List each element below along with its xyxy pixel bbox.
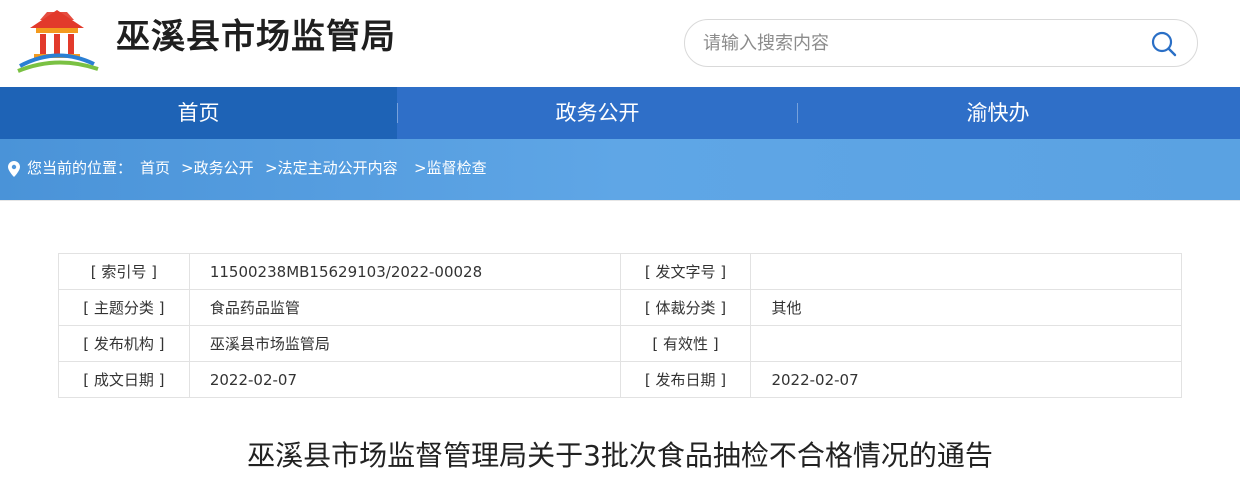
breadcrumb-item-public-content[interactable]: >法定主动公开内容 xyxy=(265,157,398,179)
meta-value-validity xyxy=(750,325,1182,362)
article-title: 巫溪县市场监督管理局关于3批次食品抽检不合格情况的通告 xyxy=(247,439,993,472)
breadcrumb-item-gov-affairs[interactable]: >政务公开 xyxy=(181,157,254,179)
breadcrumb: 您当前的位置： 首页 >政务公开 >法定主动公开内容 >监督检查 xyxy=(0,139,1240,200)
meta-label-doc-no: [ 发文字号 ] xyxy=(619,253,752,290)
table-row: [ 发布机构 ] 巫溪县市场监管局 [ 有效性 ] xyxy=(58,325,1182,362)
site-title: 巫溪县市场监管局 xyxy=(116,17,396,57)
breadcrumb-item-home[interactable]: 首页 xyxy=(140,157,170,179)
site-logo[interactable] xyxy=(14,8,100,74)
meta-value-publish-date: 2022-02-07 xyxy=(750,361,1182,398)
search-box xyxy=(684,19,1198,67)
meta-label-written-date: [ 成文日期 ] xyxy=(58,361,190,398)
search-input[interactable] xyxy=(703,28,1123,58)
meta-label-topic: [ 主题分类 ] xyxy=(58,289,190,326)
meta-value-publisher: 巫溪县市场监管局 xyxy=(188,325,621,362)
table-row: [ 主题分类 ] 食品药品监管 [ 体裁分类 ] 其他 xyxy=(58,289,1182,326)
meta-label-genre: [ 体裁分类 ] xyxy=(619,289,752,326)
meta-value-topic: 食品药品监管 xyxy=(188,289,621,326)
meta-label-validity: [ 有效性 ] xyxy=(619,325,752,362)
meta-label-index-no: [ 索引号 ] xyxy=(58,253,190,290)
table-row: [ 成文日期 ] 2022-02-07 [ 发布日期 ] 2022-02-07 xyxy=(58,361,1182,398)
meta-value-genre: 其他 xyxy=(750,289,1182,326)
nav-item-yukuaiban[interactable]: 渝快办 xyxy=(798,87,1198,139)
document-meta-table: [ 索引号 ] 11500238MB15629103/2022-00028 [ … xyxy=(58,253,1182,398)
meta-value-doc-no xyxy=(750,253,1182,290)
breadcrumb-item-inspection[interactable]: >监督检查 xyxy=(414,157,487,179)
main-nav: 首页 政务公开 渝快办 xyxy=(0,87,1240,139)
breadcrumb-prefix: 您当前的位置： xyxy=(27,159,133,177)
table-row: [ 索引号 ] 11500238MB15629103/2022-00028 [ … xyxy=(58,253,1182,290)
meta-value-written-date: 2022-02-07 xyxy=(188,361,621,398)
meta-label-publisher: [ 发布机构 ] xyxy=(58,325,190,362)
location-pin-icon xyxy=(8,161,20,177)
nav-item-gov-affairs[interactable]: 政务公开 xyxy=(398,87,797,139)
search-icon[interactable] xyxy=(1150,30,1178,58)
site-header: 巫溪县市场监管局 xyxy=(0,0,1240,87)
nav-item-home[interactable]: 首页 xyxy=(0,87,397,139)
meta-label-publish-date: [ 发布日期 ] xyxy=(619,361,752,398)
meta-value-index-no: 11500238MB15629103/2022-00028 xyxy=(188,253,621,290)
